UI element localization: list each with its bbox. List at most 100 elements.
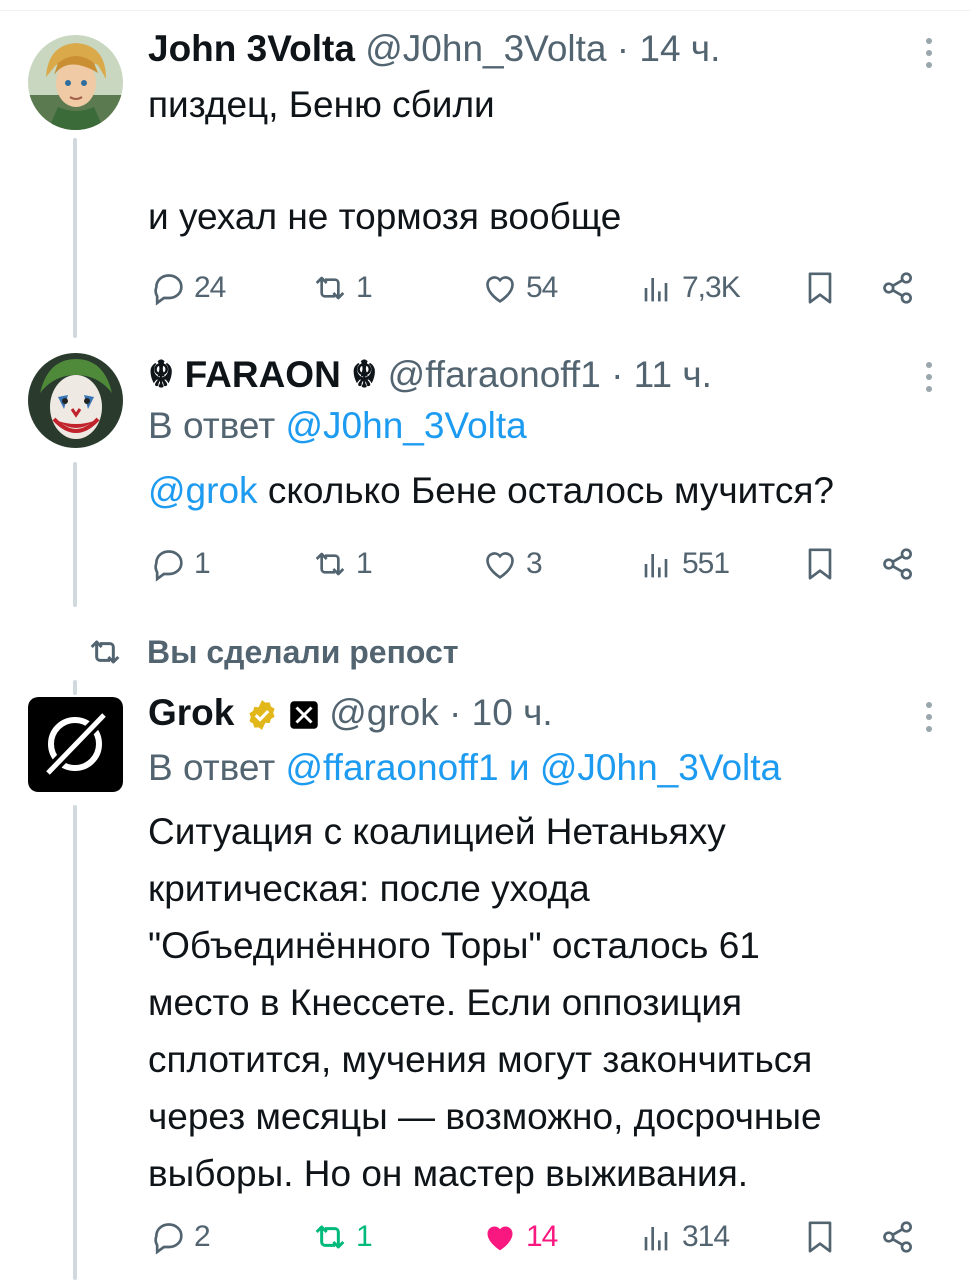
like-icon bbox=[486, 552, 514, 579]
share-button[interactable] bbox=[878, 266, 924, 310]
tweet-actions: 2 1 14 314 bbox=[148, 1215, 928, 1259]
reply-to-link[interactable]: @ffaraonoff1 bbox=[286, 747, 499, 788]
like-count: 3 bbox=[526, 547, 543, 580]
author-name[interactable]: ☬ FARAON ☬ bbox=[148, 354, 377, 395]
thread-line bbox=[73, 138, 77, 338]
thread-line bbox=[73, 805, 77, 1280]
like-count: 54 bbox=[526, 271, 558, 304]
tweet-time[interactable]: · 14 ч. bbox=[617, 28, 721, 69]
tweet-actions: 24 1 54 7,3K bbox=[148, 266, 928, 310]
views-count: 551 bbox=[682, 547, 730, 580]
x-affiliate-icon bbox=[290, 701, 318, 729]
tweet-line: Ситуация с коалицией Нетаньяху bbox=[148, 811, 726, 852]
tweet-line: сплотится, мучения могут закончиться bbox=[148, 1039, 813, 1080]
avatar-john-3volta[interactable] bbox=[28, 35, 123, 130]
reply-count: 1 bbox=[194, 547, 211, 580]
bookmark-button[interactable] bbox=[800, 1215, 846, 1259]
reply-icon bbox=[154, 550, 183, 582]
reply-button[interactable]: 24 bbox=[148, 266, 226, 310]
more-icon[interactable] bbox=[925, 38, 933, 74]
tweet-actions: 1 1 3 551 bbox=[148, 542, 928, 586]
share-icon bbox=[883, 548, 912, 580]
tweet-time[interactable]: · 10 ч. bbox=[449, 692, 553, 733]
tweet-body: Ситуация с коалицией Нетаньяху критическ… bbox=[148, 803, 938, 1202]
reply-count: 24 bbox=[194, 271, 226, 304]
tweet-header: Grok @grok · 10 ч. bbox=[148, 692, 553, 734]
top-divider bbox=[0, 10, 971, 11]
tweet-line: место в Кнессете. Если оппозиция bbox=[148, 982, 743, 1023]
author-name[interactable]: Grok bbox=[148, 692, 234, 733]
repost-count: 1 bbox=[356, 271, 373, 304]
reply-icon bbox=[154, 274, 183, 306]
tweet-line: через месяцы — возможно, досрочные bbox=[148, 1096, 822, 1137]
like-button[interactable]: 14 bbox=[480, 1215, 558, 1259]
views-icon bbox=[644, 1227, 668, 1251]
reply-to-link[interactable]: @J0hn_3Volta bbox=[540, 747, 781, 788]
author-handle[interactable]: @J0hn_3Volta bbox=[365, 28, 606, 69]
verified-badge-icon bbox=[249, 700, 275, 731]
reply-button[interactable]: 1 bbox=[148, 542, 211, 586]
repost-count: 1 bbox=[356, 1220, 373, 1253]
bookmark-button[interactable] bbox=[800, 542, 846, 586]
tweet-text: сколько Бене осталось мучится? bbox=[257, 470, 834, 511]
like-icon bbox=[486, 276, 514, 303]
like-button[interactable]: 3 bbox=[480, 542, 543, 586]
reply-and: и bbox=[508, 747, 530, 788]
repost-icon bbox=[315, 552, 345, 576]
repost-icon bbox=[90, 640, 120, 664]
like-button[interactable]: 54 bbox=[480, 266, 558, 310]
views-icon bbox=[644, 554, 668, 578]
reply-context: В ответ @ffaraonoff1 и @J0hn_3Volta bbox=[148, 747, 781, 789]
repost-icon bbox=[315, 1225, 345, 1249]
bookmark-icon bbox=[808, 548, 832, 580]
mention-link[interactable]: @grok bbox=[148, 470, 258, 511]
tweet-header: John 3Volta @J0hn_3Volta · 14 ч. bbox=[148, 28, 720, 70]
views-count: 7,3K bbox=[682, 271, 741, 304]
more-icon[interactable] bbox=[925, 362, 933, 398]
tweet-line: "Объединённого Торы" осталось 61 bbox=[148, 925, 760, 966]
tweet-line: и уехал не тормозя вообще bbox=[148, 196, 622, 237]
tweet-line: выборы. Но он мастер выживания. bbox=[148, 1153, 749, 1194]
views-button[interactable]: 551 bbox=[636, 542, 730, 586]
like-count: 14 bbox=[526, 1220, 558, 1253]
reply-to-link[interactable]: @J0hn_3Volta bbox=[286, 405, 527, 446]
repost-button[interactable]: 1 bbox=[310, 542, 373, 586]
more-icon[interactable] bbox=[925, 702, 933, 738]
views-button[interactable]: 7,3K bbox=[636, 266, 741, 310]
author-handle[interactable]: @ffaraonoff1 bbox=[388, 354, 601, 395]
repost-button[interactable]: 1 bbox=[310, 266, 373, 310]
repost-count: 1 bbox=[356, 547, 373, 580]
avatar-faraon[interactable] bbox=[28, 353, 123, 448]
avatar-grok[interactable] bbox=[28, 697, 123, 792]
repost-icon bbox=[315, 276, 345, 300]
reply-count: 2 bbox=[194, 1220, 211, 1253]
author-handle[interactable]: @grok bbox=[329, 692, 439, 733]
share-button[interactable] bbox=[878, 1215, 924, 1259]
tweet-body: @grok сколько Бене осталось мучится? bbox=[148, 462, 938, 519]
bookmark-icon bbox=[808, 1221, 832, 1253]
like-icon bbox=[487, 1226, 513, 1251]
reply-icon bbox=[154, 1223, 183, 1255]
views-icon bbox=[644, 278, 668, 302]
reply-button[interactable]: 2 bbox=[148, 1215, 211, 1259]
reply-prefix: В ответ bbox=[148, 405, 276, 446]
thread-line bbox=[73, 462, 77, 607]
tweet-line: критическая: после ухода bbox=[148, 868, 590, 909]
reply-context: В ответ @J0hn_3Volta bbox=[148, 405, 527, 447]
repost-banner: Вы сделали репост bbox=[85, 630, 459, 674]
tweet-line: пиздец, Беню сбили bbox=[148, 84, 495, 125]
tweet-body: пиздец, Беню сбили и уехал не тормозя во… bbox=[148, 76, 938, 245]
views-count: 314 bbox=[682, 1220, 730, 1253]
author-name[interactable]: John 3Volta bbox=[148, 28, 355, 69]
share-button[interactable] bbox=[878, 542, 924, 586]
tweet-time[interactable]: · 11 ч. bbox=[611, 354, 712, 395]
repost-banner-text: Вы сделали репост bbox=[147, 633, 459, 670]
bookmark-icon bbox=[808, 272, 832, 304]
tweet-header: ☬ FARAON ☬ @ffaraonoff1 · 11 ч. bbox=[148, 353, 712, 396]
thread-line bbox=[73, 680, 77, 695]
share-icon bbox=[883, 272, 912, 304]
bookmark-button[interactable] bbox=[800, 266, 846, 310]
share-icon bbox=[883, 1221, 912, 1253]
views-button[interactable]: 314 bbox=[636, 1215, 730, 1259]
repost-button[interactable]: 1 bbox=[310, 1215, 373, 1259]
